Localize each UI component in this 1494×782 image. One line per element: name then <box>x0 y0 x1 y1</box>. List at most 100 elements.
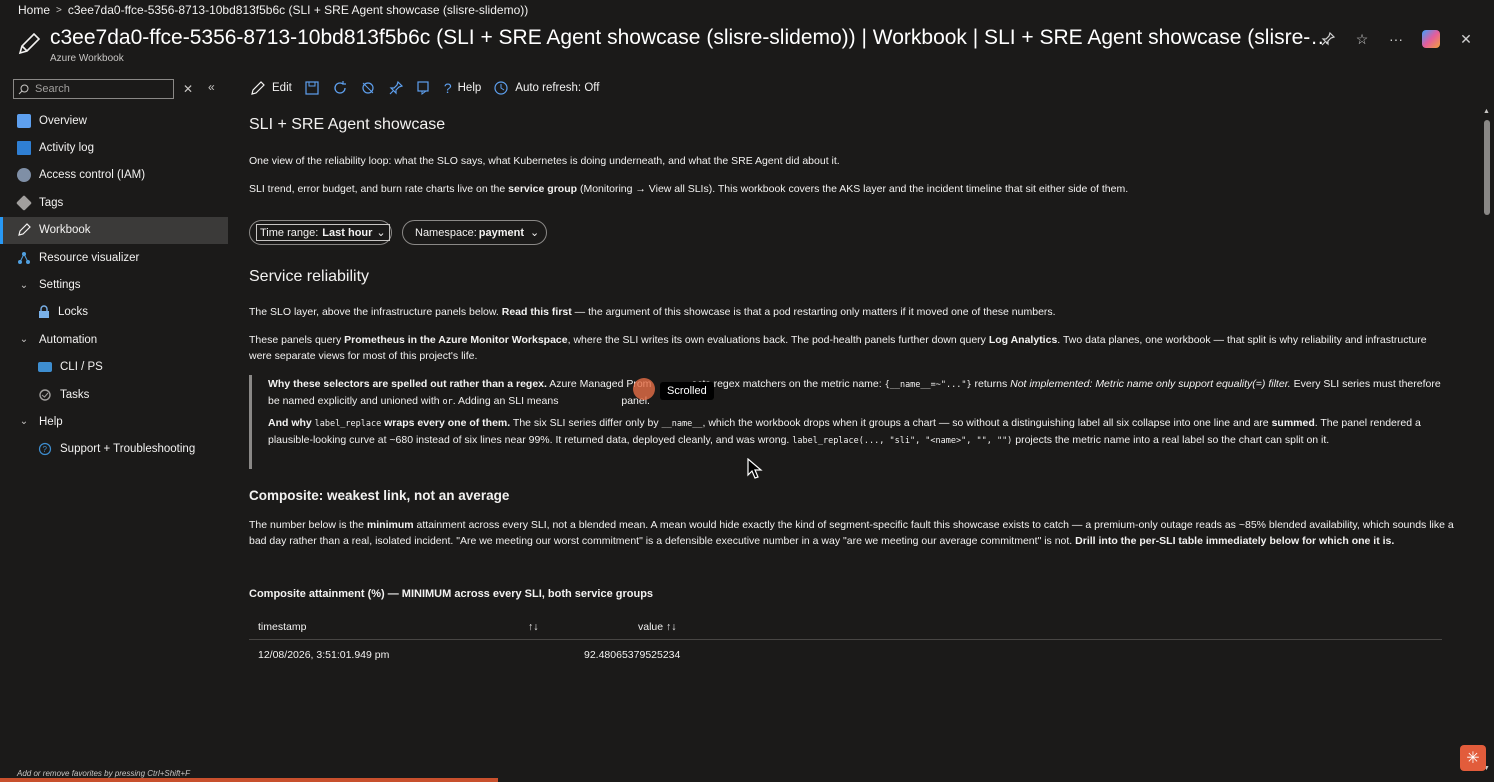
sidebar-item-label: Tags <box>39 196 64 209</box>
breadcrumb-separator: > <box>56 4 62 16</box>
sidebar-item-locks[interactable]: Locks <box>0 299 228 326</box>
sidebar-item-activity-log[interactable]: Activity log <box>0 134 228 161</box>
text-run-bold: Why these selectors are spelled out rath… <box>268 378 547 390</box>
inline-code: label_replace <box>314 419 382 429</box>
star-icon[interactable]: ☆ <box>1354 31 1370 47</box>
time-range-value: Last hour <box>322 226 373 239</box>
collapse-menu-icon[interactable]: « <box>208 80 215 94</box>
sidebar-item-label: Support + Troubleshooting <box>60 443 196 456</box>
text-run-bold: Drill into the per-SLI table immediately… <box>1075 534 1395 547</box>
edit-label: Edit <box>272 82 292 94</box>
scroll-up-arrow-icon[interactable]: ▲ <box>1483 108 1490 115</box>
text-run: SLI trend, error budget, and burn rate c… <box>249 183 509 195</box>
help-label: Help <box>457 82 482 94</box>
column-header-timestamp[interactable]: timestamp <box>258 621 306 633</box>
callout-paragraph-1: Why these selectors are spelled out rath… <box>268 377 1448 410</box>
save-icon[interactable] <box>304 80 320 96</box>
s2-paragraph: The number below is the minimum attainme… <box>249 518 1459 549</box>
refresh-icon[interactable] <box>332 80 348 96</box>
column-header-value[interactable]: value <box>638 621 663 633</box>
text-run: The number below is the <box>249 519 367 531</box>
auto-refresh-button[interactable]: Auto refresh: Off <box>493 80 599 96</box>
sidebar-item-tags[interactable]: Tags <box>0 189 228 216</box>
inline-code: label_replace(..., "sli", "<name>", "", … <box>792 435 1013 446</box>
sidebar-item-tasks[interactable]: Tasks <box>0 381 228 408</box>
sidebar-item-label: Overview <box>39 114 87 127</box>
intro-paragraph-1: One view of the reliability loop: what t… <box>249 155 840 167</box>
title-actions: ☆ ··· ✕ <box>1320 30 1474 48</box>
sidebar-group-settings[interactable]: ⌄ Settings <box>0 271 228 298</box>
edit-button[interactable]: Edit <box>250 80 292 96</box>
cli-icon <box>38 362 52 373</box>
sidebar-group-label: Help <box>39 415 63 428</box>
sidebar-item-cli-ps[interactable]: CLI / PS <box>0 354 228 381</box>
page-title: c3ee7da0-ffce-5356-8713-10bd813f5b6c (SL… <box>50 26 1340 49</box>
favorites-hint: Add or remove favorites by pressing Ctrl… <box>17 769 190 778</box>
namespace-value: payment <box>478 226 525 239</box>
feedback-icon[interactable] <box>360 80 376 96</box>
time-range-dropdown[interactable]: Time range: Last hour ⌄ <box>256 224 390 241</box>
mouse-cursor-icon <box>747 458 763 479</box>
content-scrollbar[interactable]: ▲ ▼ <box>1483 108 1491 772</box>
sidebar-group-automation[interactable]: ⌄ Automation <box>0 326 228 353</box>
search-input[interactable]: Search <box>13 79 174 99</box>
text-run-italic: Not implemented: Metric name only suppor… <box>1010 378 1291 390</box>
cell-timestamp: 12/08/2026, 3:51:01.949 pm <box>258 649 390 661</box>
text-run-bold: Read this first <box>501 306 572 318</box>
breadcrumb-current[interactable]: c3ee7da0-ffce-5356-8713-10bd813f5b6c (SL… <box>68 3 528 17</box>
workbook-content: SLI + SRE Agent showcase One view of the… <box>249 112 1461 772</box>
text-run-bold: Prometheus in the Azure Monitor Workspac… <box>344 334 568 346</box>
sidebar-item-iam[interactable]: Access control (IAM) <box>0 162 228 189</box>
close-icon[interactable]: ✕ <box>1458 31 1474 47</box>
breadcrumb: Home > c3ee7da0-ffce-5356-8713-10bd813f5… <box>18 3 528 17</box>
text-run-bold: summed <box>1271 417 1315 429</box>
text-run: projects the metric name into a real lab… <box>1012 433 1330 446</box>
time-range-parameter[interactable]: Time range: Last hour ⌄ <box>249 220 392 245</box>
support-icon: ? <box>38 443 52 456</box>
sort-icon[interactable]: ↑↓ <box>666 621 677 633</box>
text-run-bold: Log Analytics <box>988 334 1058 346</box>
help-icon: ? <box>443 80 452 96</box>
text-run: returns <box>971 378 1011 390</box>
s1-paragraph-2: These panels query Prometheus in the Azu… <box>249 333 1439 364</box>
more-icon[interactable]: ··· <box>1388 31 1404 47</box>
sidebar-group-help[interactable]: ⌄ Help <box>0 408 228 435</box>
activity-log-icon <box>17 141 31 156</box>
help-button[interactable]: ? Help <box>444 80 481 96</box>
sidebar-item-workbook[interactable]: Workbook <box>0 216 228 245</box>
sidebar-item-label: Workbook <box>39 224 91 237</box>
sidebar-item-label: Tasks <box>60 388 90 401</box>
namespace-parameter[interactable]: Namespace: payment ⌄ <box>402 220 547 245</box>
clear-search-icon[interactable]: ✕ <box>183 82 193 96</box>
sidebar-group-label: Settings <box>39 279 81 292</box>
text-run-bold: And why <box>268 417 315 429</box>
sidebar-item-overview[interactable]: Overview <box>0 107 228 134</box>
scrolled-tooltip: Scrolled <box>660 382 714 400</box>
pin-icon[interactable] <box>1320 31 1336 47</box>
text-run-bold: wraps every one of them. <box>381 417 511 429</box>
chevron-down-icon: ⌄ <box>19 279 29 291</box>
text-run: . Adding an SLI means <box>452 394 562 407</box>
sort-icon[interactable]: ↑↓ <box>528 621 539 633</box>
inline-code: or <box>442 396 453 407</box>
workbook-pencil-icon <box>18 223 31 237</box>
edit-pencil-icon <box>251 81 265 95</box>
sidebar-item-resource-visualizer[interactable]: Resource visualizer <box>0 244 228 271</box>
text-run: These panels query <box>249 334 345 346</box>
chevron-down-icon: ⌄ <box>530 227 540 239</box>
callout-paragraph-2: And why label_replace wraps every one of… <box>268 416 1448 449</box>
inline-code: __name__ <box>661 419 703 429</box>
pin-toolbar-icon[interactable] <box>388 80 404 96</box>
iam-icon <box>17 168 31 183</box>
auto-refresh-label: Auto refresh: Off <box>515 82 600 94</box>
share-icon[interactable] <box>416 80 432 96</box>
breadcrumb-home[interactable]: Home <box>18 3 50 17</box>
text-run-bold: service group <box>508 183 578 195</box>
loading-progress-bar <box>0 778 498 782</box>
sidebar-item-support[interactable]: ? Support + Troubleshooting <box>0 436 228 463</box>
copilot-icon[interactable] <box>1422 30 1440 48</box>
scroll-thumb[interactable] <box>1484 120 1490 215</box>
composite-table: timestamp ↑↓ value ↑↓ 12/08/2026, 3:51:0… <box>249 614 1442 670</box>
workbook-title: SLI + SRE Agent showcase <box>249 116 446 133</box>
text-run-bold: minimum <box>366 519 414 531</box>
